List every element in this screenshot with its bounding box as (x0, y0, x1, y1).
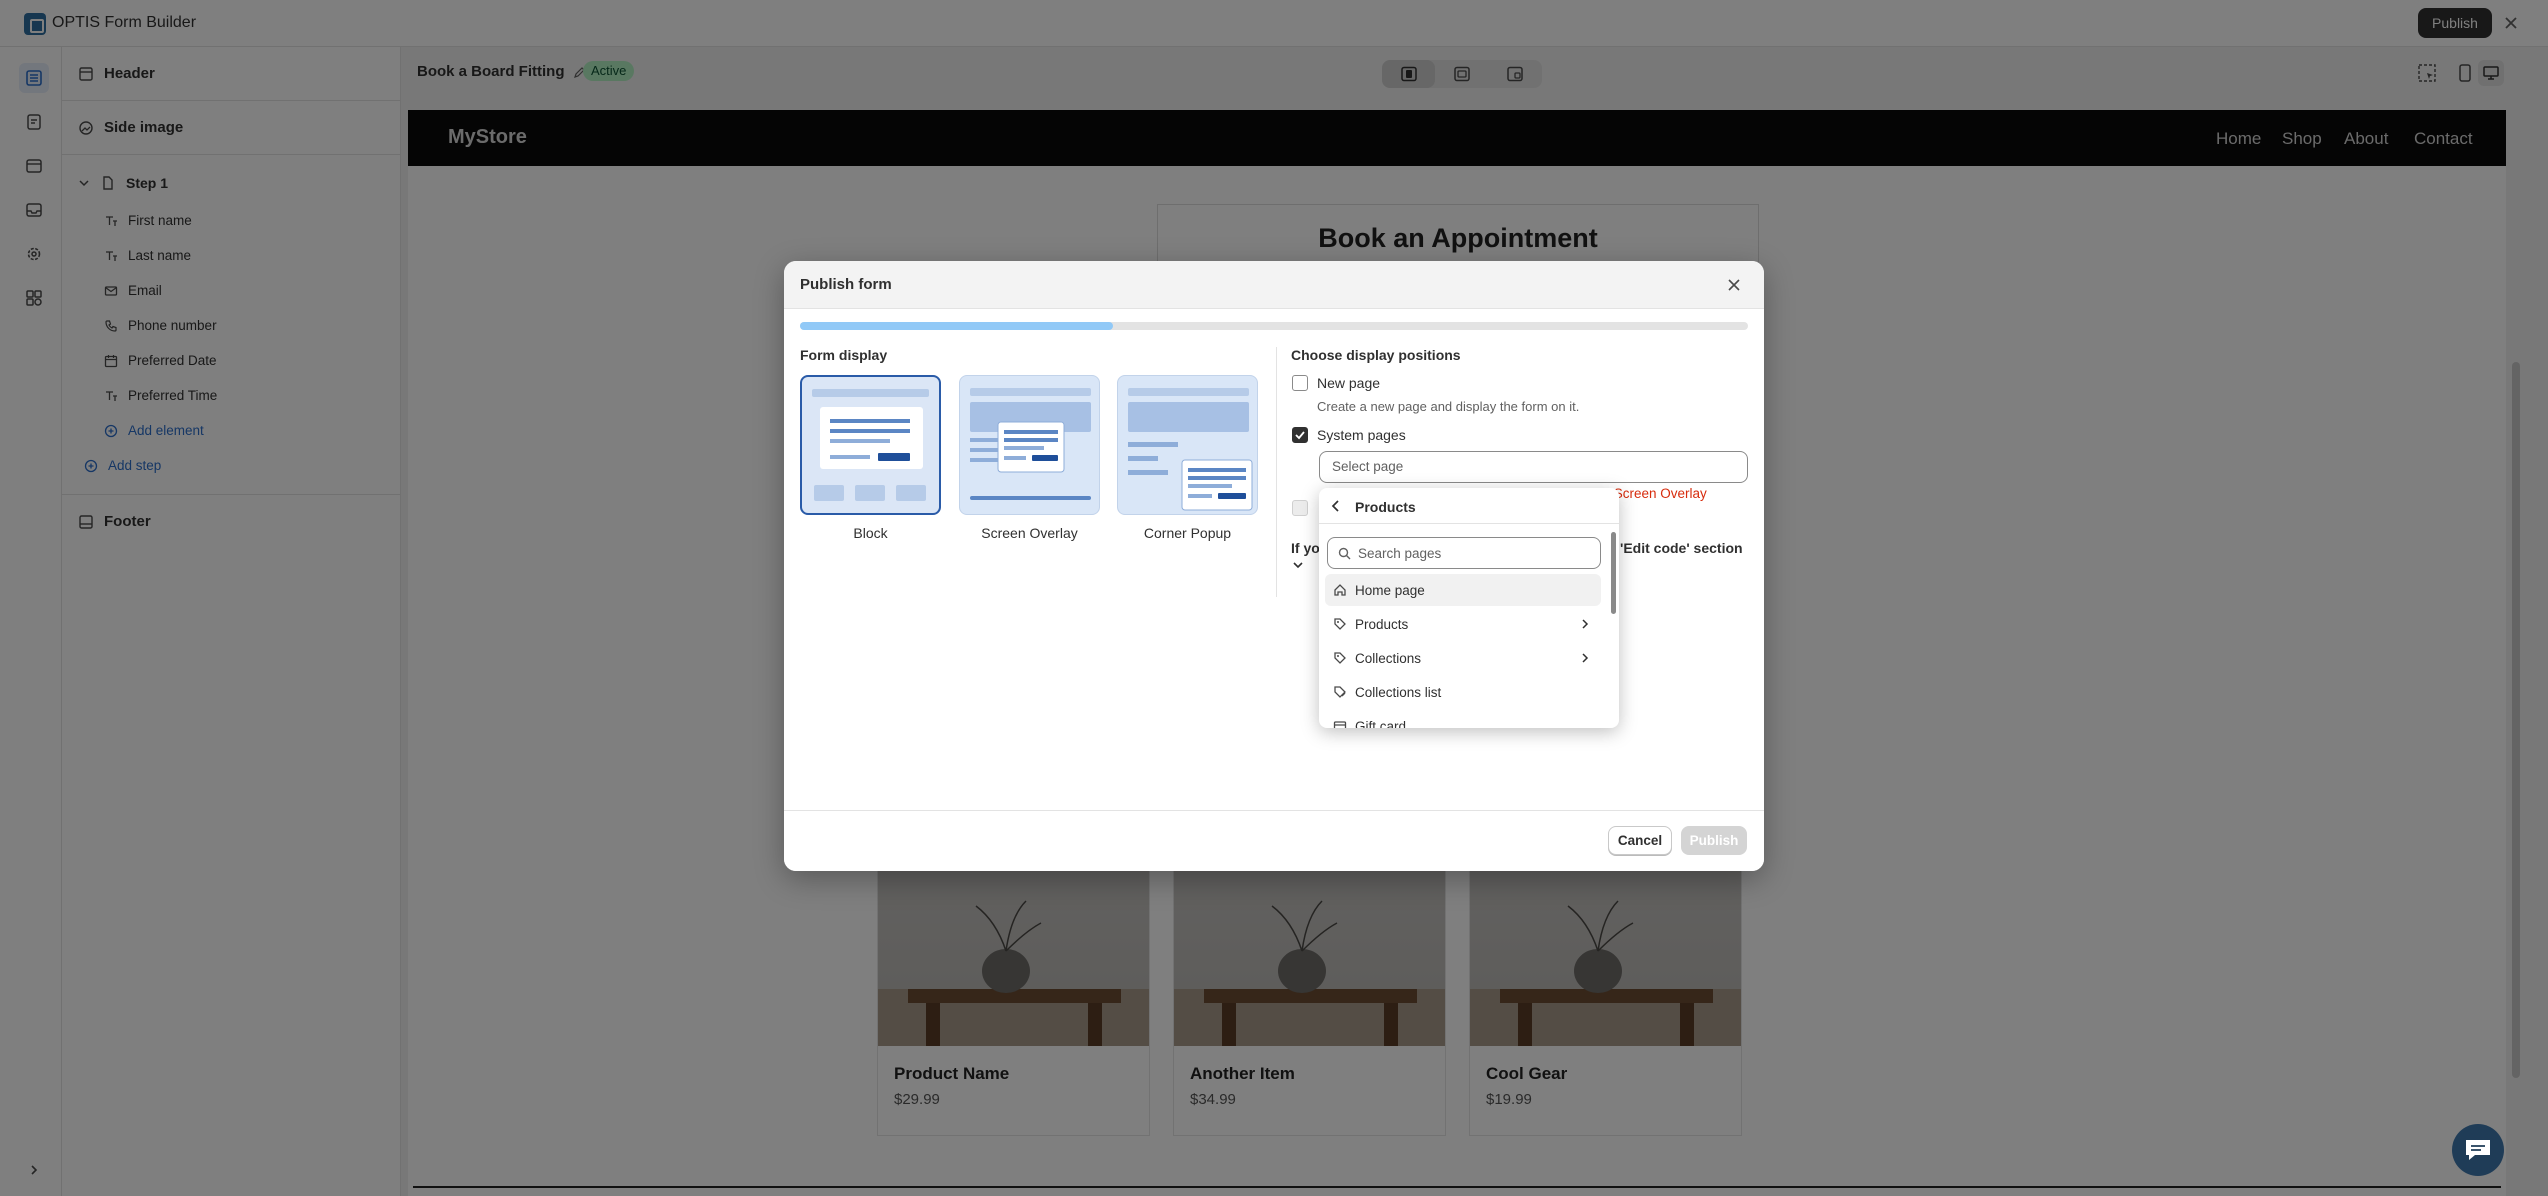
dropdown-scrollbar[interactable] (1609, 524, 1619, 728)
page-option-label: Collections (1355, 650, 1422, 666)
form-display-label: Form display (800, 347, 888, 363)
chevron-right-icon (1579, 652, 1591, 664)
page-option-label: Collections list (1355, 684, 1442, 700)
collections-icon (1325, 685, 1355, 699)
block-preview-icon (812, 389, 929, 501)
code-hint-start: If yo (1291, 540, 1320, 556)
page-option-collections-list[interactable]: Collections list (1325, 676, 1601, 708)
close-icon[interactable] (1724, 275, 1744, 295)
publish-button[interactable]: Publish (1681, 826, 1747, 855)
gift-card-icon (1325, 719, 1355, 728)
display-option-screen-overlay[interactable] (959, 375, 1100, 515)
dropdown-scrollbar-thumb[interactable] (1611, 532, 1616, 614)
modal-header: Publish form (784, 261, 1764, 309)
page-picker-dropdown: Products Home page Products Collections … (1319, 488, 1619, 728)
check-icon (1295, 431, 1305, 440)
modal-title: Publish form (800, 276, 892, 293)
progress-bar (800, 322, 1748, 330)
disabled-checkbox (1292, 500, 1308, 516)
page-option-label: Gift card (1355, 718, 1407, 729)
page-option-products[interactable]: Products (1325, 608, 1601, 640)
tag-icon (1325, 617, 1355, 631)
code-hint-end: 'Edit code' section (1620, 540, 1743, 556)
display-option-label: Block (853, 525, 888, 541)
new-page-label: New page (1317, 375, 1381, 391)
cancel-button[interactable]: Cancel (1608, 826, 1672, 855)
display-option-block[interactable] (800, 375, 941, 515)
search-input[interactable] (1356, 542, 1596, 564)
system-pages-checkbox[interactable] (1292, 427, 1308, 443)
dropdown-title: Products (1355, 499, 1416, 515)
page-option-label: Products (1355, 616, 1409, 632)
page-option-collections[interactable]: Collections (1325, 642, 1601, 674)
new-page-help: Create a new page and display the form o… (1317, 399, 1580, 414)
search-pages-field[interactable] (1327, 537, 1601, 569)
chat-icon (2466, 1140, 2490, 1160)
home-icon (1325, 583, 1355, 597)
modal-divider (1276, 347, 1277, 597)
display-option-corner-popup[interactable] (1117, 375, 1258, 515)
positions-label: Choose display positions (1291, 347, 1461, 363)
page-option-gift-card[interactable]: Gift card (1325, 710, 1601, 728)
display-option-label: Corner Popup (1143, 525, 1232, 541)
tag-icon (1325, 651, 1355, 665)
page-option-home[interactable]: Home page (1325, 574, 1601, 606)
back-arrow-icon[interactable] (1329, 499, 1343, 513)
dropdown-header: Products (1319, 488, 1619, 524)
chat-button[interactable] (2452, 1124, 2504, 1176)
search-icon (1338, 547, 1351, 560)
select-page-field[interactable]: Select page (1319, 451, 1748, 483)
modal-footer: Cancel Publish (784, 810, 1764, 871)
screen-overlay-preview-icon (970, 388, 1091, 500)
new-page-checkbox[interactable] (1292, 375, 1308, 391)
chevron-down-icon[interactable] (1292, 559, 1304, 571)
display-option-label: Screen Overlay (981, 525, 1078, 541)
progress-fill (800, 322, 1113, 330)
page-option-label: Home page (1355, 582, 1425, 598)
system-pages-label: System pages (1317, 427, 1406, 443)
corner-popup-preview-icon (1128, 388, 1253, 511)
chevron-right-icon (1579, 618, 1591, 630)
